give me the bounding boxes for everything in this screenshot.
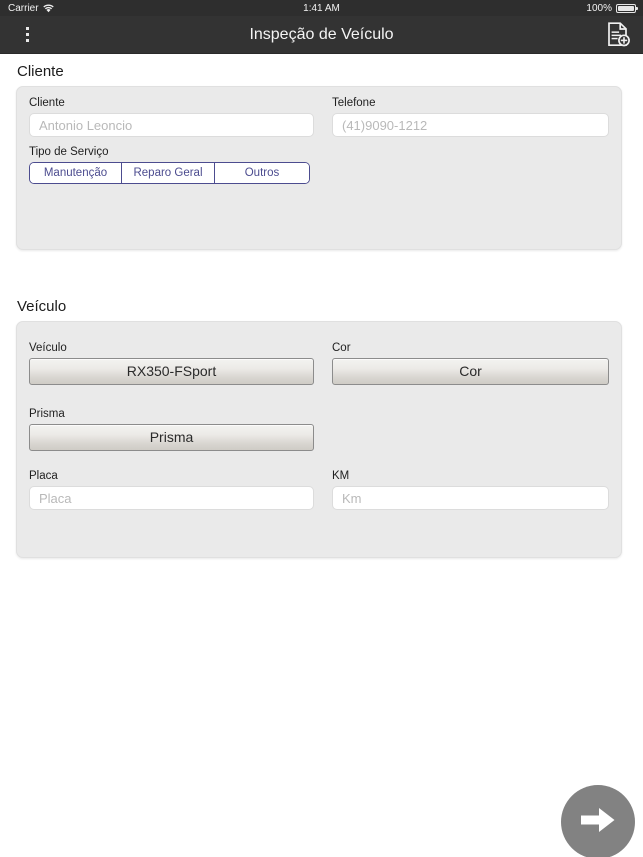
veiculo-field-label: Veículo: [29, 342, 67, 354]
status-bar-right: 100%: [586, 2, 638, 14]
telefone-field-label: Telefone: [332, 97, 376, 109]
cor-field-label: Cor: [332, 342, 351, 354]
veiculo-mid-row: Prisma Prisma: [29, 408, 609, 451]
cor-field-group: Cor Cor: [332, 342, 609, 385]
placa-field-group: Placa: [29, 470, 314, 510]
km-field-label: KM: [332, 470, 350, 482]
veiculo-mid-spacer: [332, 408, 609, 451]
arrow-right-icon: [581, 805, 615, 840]
telefone-field-group: Telefone: [332, 97, 609, 137]
cliente-field-label: Cliente: [29, 97, 65, 109]
tipo-servico-label: Tipo de Serviço: [29, 146, 109, 158]
prisma-field-group: Prisma Prisma: [29, 408, 314, 451]
navigation-bar: Inspeção de Veículo: [0, 16, 643, 54]
section-title-cliente: Cliente: [17, 63, 64, 80]
veiculo-top-row: Veículo RX350-FSport Cor Cor: [29, 342, 609, 385]
segment-outros[interactable]: Outros: [215, 163, 309, 183]
battery-icon: [616, 3, 638, 13]
km-input[interactable]: [332, 486, 609, 510]
cor-select-button[interactable]: Cor: [332, 358, 609, 385]
cliente-input[interactable]: [29, 113, 314, 137]
status-bar: Carrier 1:41 AM 100%: [0, 0, 643, 16]
km-field-group: KM: [332, 470, 609, 510]
cliente-field-group: Cliente: [29, 97, 314, 137]
veiculo-field-group: Veículo RX350-FSport: [29, 342, 314, 385]
prisma-field-label: Prisma: [29, 408, 65, 420]
cliente-top-row: Cliente Telefone: [29, 97, 609, 137]
segment-manutencao[interactable]: Manutenção: [30, 163, 122, 183]
veiculo-bottom-row: Placa KM: [29, 470, 609, 510]
section-title-veiculo: Veículo: [17, 298, 67, 315]
page-title: Inspeção de Veículo: [249, 25, 394, 43]
main-content: Cliente Cliente Telefone Tipo de Serviço…: [0, 63, 643, 857]
telefone-input[interactable]: [332, 113, 609, 137]
tipo-servico-segmented-control[interactable]: Manutenção Reparo Geral Outros: [29, 162, 310, 184]
prisma-select-button[interactable]: Prisma: [29, 424, 314, 451]
overflow-menu-icon[interactable]: [10, 18, 44, 52]
veiculo-select-button[interactable]: RX350-FSport: [29, 358, 314, 385]
battery-percent-label: 100%: [586, 2, 612, 14]
segment-reparo-geral[interactable]: Reparo Geral: [122, 163, 215, 183]
cliente-card: Cliente Telefone Tipo de Serviço Manuten…: [16, 86, 622, 250]
veiculo-card: Veículo RX350-FSport Cor Cor Prisma Pris…: [16, 321, 622, 558]
placa-field-label: Placa: [29, 470, 58, 482]
document-add-icon[interactable]: [602, 19, 634, 51]
tipo-servico-group: Tipo de Serviço Manutenção Reparo Geral …: [29, 146, 609, 184]
next-fab-button[interactable]: [561, 785, 635, 857]
placa-input[interactable]: [29, 486, 314, 510]
status-bar-time: 1:41 AM: [303, 2, 340, 14]
